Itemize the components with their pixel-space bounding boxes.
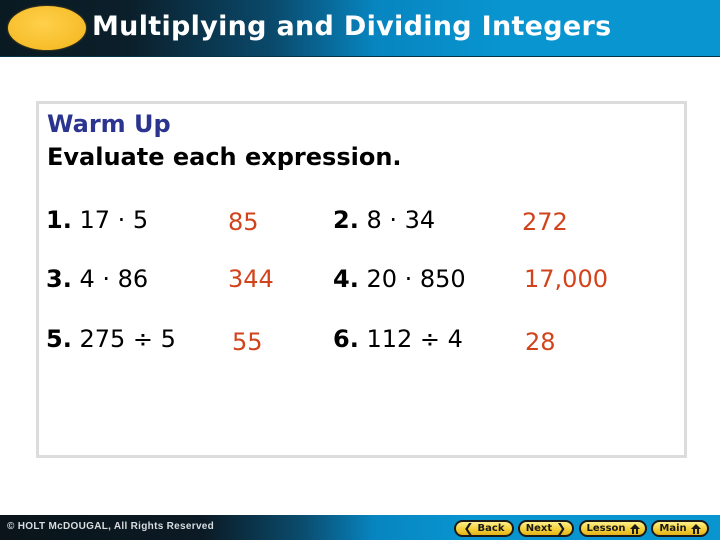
problem-number: 1. bbox=[46, 206, 72, 234]
next-button[interactable]: Next ❯ bbox=[518, 520, 574, 537]
lesson-label: Lesson bbox=[586, 523, 626, 534]
page-title: Multiplying and Dividing Integers bbox=[92, 11, 612, 42]
title-bar: Multiplying and Dividing Integers bbox=[0, 0, 720, 57]
answer-5: 55 bbox=[232, 328, 263, 356]
problem-expression: 4 · 86 bbox=[79, 265, 149, 293]
problem-number: 3. bbox=[46, 265, 72, 293]
title-oval-decoration bbox=[8, 6, 86, 50]
next-label: Next bbox=[525, 523, 553, 534]
copyright-notice: © HOLT McDOUGAL, All Rights Reserved bbox=[7, 521, 215, 532]
problem-expression: 17 · 5 bbox=[79, 206, 149, 234]
answer-4: 17,000 bbox=[524, 265, 608, 293]
instructions: Evaluate each expression. bbox=[47, 143, 402, 171]
lesson-button[interactable]: Lesson bbox=[579, 520, 647, 537]
problem-number: 6. bbox=[333, 325, 359, 353]
main-label: Main bbox=[659, 523, 687, 534]
footer-bar: © HOLT McDOUGAL, All Rights Reserved ❮ B… bbox=[0, 515, 720, 540]
answer-3: 344 bbox=[228, 265, 274, 293]
back-label: Back bbox=[477, 523, 505, 534]
problem-5: 5. 275 ÷ 5 bbox=[46, 324, 176, 354]
problem-4: 4. 20 · 850 bbox=[333, 264, 466, 294]
problem-expression: 275 ÷ 5 bbox=[79, 325, 176, 353]
problem-6: 6. 112 ÷ 4 bbox=[333, 324, 463, 354]
back-button[interactable]: ❮ Back bbox=[454, 520, 514, 537]
problem-2: 2. 8 · 34 bbox=[333, 205, 435, 235]
main-button[interactable]: Main bbox=[651, 520, 709, 537]
answer-6: 28 bbox=[525, 328, 556, 356]
problem-number: 2. bbox=[333, 206, 359, 234]
problem-1: 1. 17 · 5 bbox=[46, 205, 148, 235]
problem-expression: 8 · 34 bbox=[366, 206, 436, 234]
answer-1: 85 bbox=[228, 208, 259, 236]
section-title: Warm Up bbox=[47, 110, 171, 138]
chevron-right-icon: ❯ bbox=[556, 521, 567, 535]
chevron-left-icon: ❮ bbox=[463, 521, 474, 535]
home-icon bbox=[629, 523, 640, 534]
warm-up-panel: Warm Up Evaluate each expression. 1. 17 … bbox=[36, 101, 687, 458]
problem-3: 3. 4 · 86 bbox=[46, 264, 148, 294]
home-icon bbox=[690, 523, 701, 534]
answer-2: 272 bbox=[522, 208, 568, 236]
problem-number: 4. bbox=[333, 265, 359, 293]
problem-number: 5. bbox=[46, 325, 72, 353]
problem-expression: 20 · 850 bbox=[366, 265, 466, 293]
problem-expression: 112 ÷ 4 bbox=[366, 325, 463, 353]
